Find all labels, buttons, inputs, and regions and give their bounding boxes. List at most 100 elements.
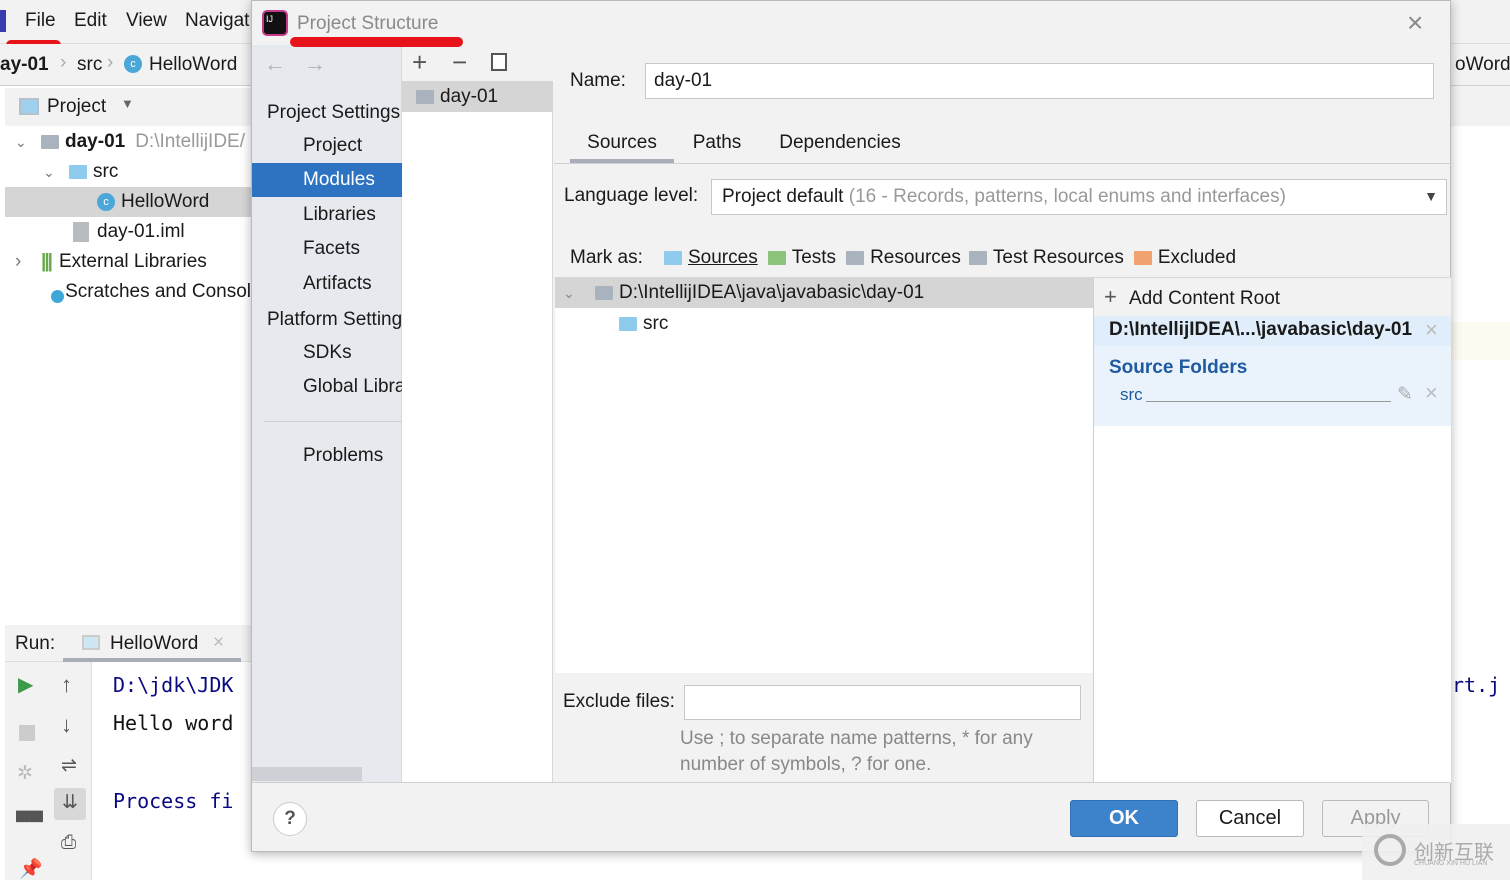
- libraries-icon: |||: [41, 251, 53, 272]
- exclude-files-input[interactable]: [684, 685, 1081, 720]
- console-line: Hello word: [113, 711, 234, 735]
- project-view-header[interactable]: Project ▼: [5, 88, 251, 126]
- rerun-icon[interactable]: ✲: [17, 762, 33, 785]
- console-line-fragment: rt.j: [1452, 673, 1501, 697]
- scroll-to-end-icon[interactable]: ⇊: [54, 788, 86, 820]
- back-arrow-icon[interactable]: ←: [264, 51, 286, 77]
- copy-icon[interactable]: [491, 53, 507, 71]
- menu-edit[interactable]: Edit: [74, 10, 107, 32]
- name-input[interactable]: day-01: [645, 63, 1434, 99]
- mark-resources-button[interactable]: Resources: [870, 247, 961, 269]
- run-tab-bar: Run: HelloWord ×: [5, 625, 251, 662]
- chevron-down-icon[interactable]: ▼: [121, 96, 134, 111]
- editor-tab-fragment[interactable]: oWord: [1455, 54, 1510, 76]
- nav-item-libraries[interactable]: Libraries: [252, 198, 402, 232]
- editor-highlight-line: [1451, 322, 1510, 360]
- tree-label: Scratches and Consol: [65, 281, 251, 302]
- menu-file[interactable]: File: [25, 10, 56, 32]
- module-list: + − day-01: [402, 45, 553, 783]
- remove-icon[interactable]: −: [452, 47, 467, 78]
- breadcrumb-class[interactable]: HelloWord: [149, 54, 237, 76]
- close-icon[interactable]: ×: [1425, 317, 1438, 343]
- content-root-path: D:\IntellijIDEA\java\javabasic\day-01: [619, 282, 925, 303]
- content-root-row[interactable]: ⌄ D:\IntellijIDEA\java\javabasic\day-01: [555, 278, 1093, 308]
- chevron-right-icon[interactable]: ›: [15, 251, 41, 273]
- run-icon[interactable]: ▶: [18, 672, 33, 697]
- tree-item-class[interactable]: c HelloWord: [5, 187, 251, 217]
- run-tab[interactable]: HelloWord: [110, 633, 198, 655]
- mark-sources-button[interactable]: Sources: [688, 247, 758, 269]
- nav-item-project[interactable]: Project: [252, 129, 402, 163]
- source-folder-icon: [69, 165, 87, 179]
- nav-item-sdks[interactable]: SDKs: [252, 336, 402, 370]
- tree-item-scratches[interactable]: Scratches and Consol: [5, 277, 251, 307]
- language-level-select[interactable]: Project default (16 - Records, patterns,…: [711, 179, 1447, 215]
- nav-item-artifacts[interactable]: Artifacts: [252, 267, 402, 301]
- editor-gutter: [1451, 86, 1510, 126]
- menu-navigate[interactable]: Navigat: [185, 10, 249, 32]
- chevron-down-icon[interactable]: ⌄: [563, 285, 595, 302]
- close-icon[interactable]: ×: [1407, 7, 1423, 39]
- nav-item-facets[interactable]: Facets: [252, 232, 402, 266]
- help-button[interactable]: ?: [273, 802, 307, 836]
- chevron-down-icon[interactable]: ⌄: [43, 164, 69, 181]
- add-icon[interactable]: +: [1104, 284, 1117, 310]
- class-icon: c: [124, 55, 142, 73]
- divider: [264, 421, 402, 422]
- mark-excluded-button[interactable]: Excluded: [1158, 247, 1236, 269]
- add-icon[interactable]: +: [412, 47, 427, 78]
- pin-icon[interactable]: 📌: [19, 857, 43, 881]
- tab-sources[interactable]: Sources: [570, 126, 674, 163]
- excluded-folder-icon: [1133, 251, 1152, 265]
- mark-tests-button[interactable]: Tests: [792, 247, 836, 269]
- soft-wrap-icon[interactable]: ⇌: [61, 754, 77, 777]
- menu-view[interactable]: View: [126, 10, 167, 32]
- module-name: day-01: [440, 85, 499, 107]
- nav-item-modules[interactable]: Modules: [252, 163, 402, 197]
- add-content-root-row: + Add Content Root: [1094, 278, 1451, 316]
- run-label: Run:: [15, 633, 56, 654]
- breadcrumb-module[interactable]: ay-01: [0, 54, 49, 76]
- cancel-button[interactable]: Cancel: [1196, 800, 1304, 837]
- arrow-down-icon[interactable]: ↓: [61, 712, 72, 738]
- tree-label: day-01.iml: [97, 221, 185, 242]
- tree-item-libraries[interactable]: › ||| External Libraries: [5, 247, 251, 277]
- arrow-up-icon[interactable]: ↑: [61, 672, 72, 698]
- chevron-down-icon: ▼: [1424, 188, 1438, 204]
- print-icon[interactable]: ⎙: [61, 832, 76, 854]
- exclude-hint: Use ; to separate name patterns, * for a…: [680, 728, 1033, 749]
- edit-icon[interactable]: ✎: [1397, 383, 1413, 406]
- tests-folder-icon: [767, 251, 786, 265]
- close-icon[interactable]: ×: [213, 632, 224, 654]
- src-folder-row[interactable]: src: [619, 309, 668, 339]
- layout-icon[interactable]: ▀▀: [16, 812, 43, 834]
- tree-label: day-01: [65, 131, 126, 152]
- class-icon: c: [97, 193, 115, 211]
- ok-button[interactable]: OK: [1070, 800, 1178, 837]
- tab-paths[interactable]: Paths: [682, 126, 752, 163]
- watermark-logo-icon: [1374, 834, 1406, 866]
- horizontal-scrollbar[interactable]: [252, 767, 362, 781]
- nav-item-problems[interactable]: Problems: [252, 439, 402, 473]
- tab-dependencies[interactable]: Dependencies: [770, 126, 910, 163]
- breadcrumb-src[interactable]: src: [77, 54, 102, 76]
- chevron-down-icon[interactable]: ⌄: [15, 134, 41, 151]
- content-root-entry: D:\IntellijIDEA\...\javabasic\day-01 × S…: [1094, 316, 1451, 426]
- tree-item-module[interactable]: ⌄ day-01 D:\IntellijIDE/: [5, 127, 251, 157]
- module-item[interactable]: day-01: [402, 81, 553, 112]
- tree-item-iml[interactable]: day-01.iml: [5, 217, 251, 247]
- tree-label: HelloWord: [121, 191, 210, 212]
- add-content-root-button[interactable]: Add Content Root: [1129, 288, 1280, 310]
- console-icon: [82, 635, 100, 650]
- nav-item-global-libraries[interactable]: Global Libraries: [252, 370, 402, 404]
- project-view-icon: [19, 98, 39, 115]
- tree-item-src[interactable]: ⌄ src: [5, 157, 251, 187]
- mark-test-resources-button[interactable]: Test Resources: [993, 247, 1124, 269]
- content-root-panel: + Add Content Root D:\IntellijIDEA\...\j…: [1094, 278, 1451, 783]
- forward-arrow-icon[interactable]: →: [304, 51, 326, 77]
- stop-icon[interactable]: [19, 725, 35, 741]
- watermark-subtext: CHUANG XIN HU LIAN: [1414, 860, 1488, 867]
- tree-label: src: [93, 161, 119, 182]
- content-tree: ⌄ D:\IntellijIDEA\java\javabasic\day-01 …: [555, 278, 1093, 673]
- close-icon[interactable]: ×: [1425, 380, 1438, 406]
